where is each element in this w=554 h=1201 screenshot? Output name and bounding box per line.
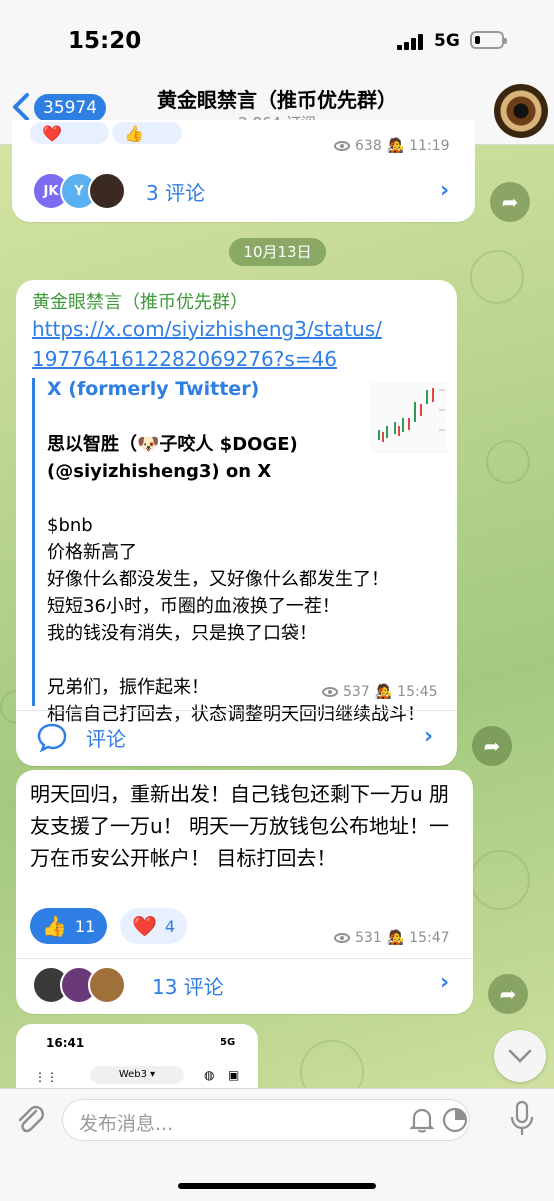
message-meta: 531 🧑‍🎤 15:47 [334,930,450,946]
input-placeholder: 发布消息... [79,1113,174,1135]
date-separator: 10月13日 [229,238,326,266]
message-bubble: 明天回归，重新出发！自己钱包还剩下一万u 朋友支援了一万u！ 明天一万放钱包公布… [16,770,473,1014]
reaction-heart[interactable]: ❤️ [30,122,109,144]
sticker-timer-icon[interactable] [441,1106,469,1134]
chevron-down-icon [508,1049,532,1063]
signal-icon [397,34,427,50]
divider [16,710,457,711]
heart-icon: ❤️ [42,123,62,143]
tweet-link-line[interactable]: https://x.com/siyizhisheng3/status/ [32,314,442,344]
author-icon: 🧑‍🎤 [386,930,405,946]
chevron-right-icon: › [424,724,434,749]
embedded-web3-label: Web3 [118,1069,147,1080]
comment-label: 评论 [86,726,126,751]
link-preview[interactable]: X (formerly Twitter) 思以智胜（🐶子咬人 $DOGE) (@… [32,378,449,725]
reaction-count: 11 [74,916,96,936]
comment-count: 3 评论 [146,180,206,205]
embedded-globe-icon: ◍ [204,1068,215,1082]
bell-icon[interactable] [409,1106,435,1134]
preview-body: 思以智胜（🐶子咬人 $DOGE) (@siyizhisheng3) on X $… [47,404,447,755]
thumbs-up-icon: 👍 [42,914,67,938]
message-time: 15:45 [397,684,438,700]
network-type: 5G [434,31,460,51]
comments-row[interactable]: 13 评论 [32,966,224,1004]
channel-title[interactable]: 黄金眼禁言（推币优先群） [0,84,554,113]
message-meta: 537 🧑‍🎤 15:45 [322,684,438,700]
preview-site-name: X (formerly Twitter) [47,378,260,400]
tweet-link-line[interactable]: 1977641612282069276?s=46 [32,344,442,374]
battery-icon [470,31,507,49]
embedded-web3-tab: Web3 ▾ [90,1066,184,1084]
views-icon [334,141,350,151]
thumbs-up-icon: 👍 [124,123,144,143]
channel-avatar[interactable] [494,84,548,138]
preview-title: 思以智胜（🐶子咬人 $DOGE) (@siyizhisheng3) on X [47,434,298,482]
home-indicator [178,1183,376,1189]
comments-row[interactable]: 评论 [36,722,126,752]
chevron-right-icon: › [440,178,450,203]
view-count: 531 [355,930,382,946]
view-count: 638 [355,138,382,154]
comments-row[interactable]: JK Y 3 评论 [32,172,205,210]
attach-paperclip-icon[interactable] [14,1101,46,1139]
chevron-right-icon: › [440,970,450,995]
embedded-grid-icon: ⋮⋮ [34,1070,58,1084]
input-bar: 发布消息... [0,1088,554,1201]
divider [16,958,473,959]
share-button[interactable]: ➦ [472,726,512,766]
message-time: 15:47 [409,930,450,946]
commenter-avatar [88,966,126,1004]
author-name[interactable]: 黄金眼禁言（推币优先群） [32,288,248,314]
heart-icon: ❤️ [132,914,157,938]
microphone-icon[interactable] [508,1099,536,1139]
message-bubble: ❤️ 👍 638 🧑‍🎤 11:19 JK Y 3 评论 › [12,120,475,222]
share-button[interactable]: ➦ [490,182,530,222]
status-time: 15:20 [68,28,142,54]
reaction-thumbs-up[interactable]: 👍 11 [30,908,108,944]
comment-bubble-icon [37,723,67,752]
message-time: 11:19 [409,138,450,154]
message-text: 明天回归，重新出发！自己钱包还剩下一万u 朋友支援了一万u！ 明天一万放钱包公布… [30,782,450,870]
author-icon: 🧑‍🎤 [374,684,393,700]
views-icon [334,933,350,943]
comment-count: 13 评论 [152,974,224,999]
share-button[interactable]: ➦ [488,974,528,1014]
embedded-time: 16:41 [46,1036,85,1050]
commenter-avatar [88,172,126,210]
message-input[interactable]: 发布消息... [62,1099,470,1141]
author-icon: 🧑‍🎤 [386,138,405,154]
background-doodle [470,250,524,304]
reaction-heart[interactable]: ❤️ 4 [120,908,188,944]
reaction-thumbs-up[interactable]: 👍 [112,122,182,144]
background-doodle [486,440,530,484]
status-bar: 15:20 5G [0,0,554,76]
reaction-count: 4 [164,916,176,936]
scroll-down-button[interactable] [494,1030,546,1082]
embedded-network: 5G [220,1037,236,1048]
preview-chart-thumbnail [371,382,447,454]
views-icon [322,687,338,697]
tweet-link[interactable]: https://x.com/siyizhisheng3/status/ 1977… [32,314,442,374]
background-doodle [470,850,530,910]
embedded-chat-icon: ▣ [228,1068,240,1082]
view-count: 537 [343,684,370,700]
message-meta: 638 🧑‍🎤 11:19 [334,138,450,154]
